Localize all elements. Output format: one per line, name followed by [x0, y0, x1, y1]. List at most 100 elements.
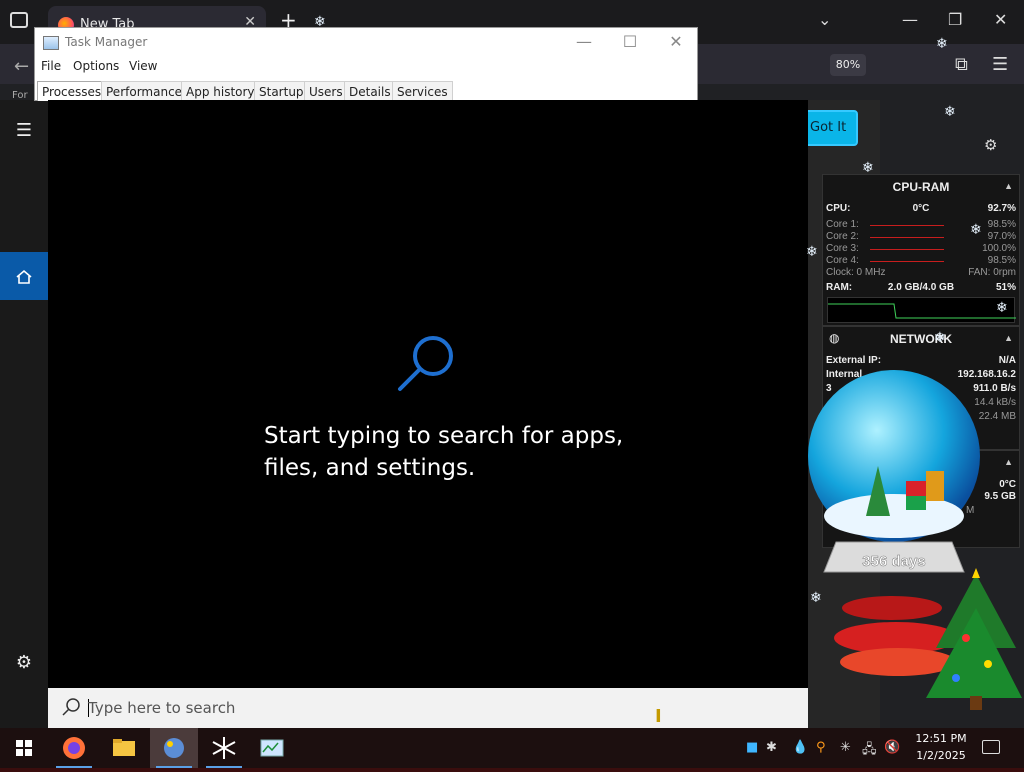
ram-graph [827, 297, 1016, 323]
search-placeholder: Type here to search [88, 699, 236, 717]
taskbar-file-explorer[interactable] [100, 728, 148, 768]
network-collapse-icon[interactable]: ▲ [1004, 333, 1013, 343]
core2-bar [870, 237, 944, 238]
tray-asterisk-icon[interactable]: ✳ [840, 740, 851, 755]
task-manager-window: Task Manager — ☐ ✕ File Options View Pro… [34, 27, 698, 101]
menu-file[interactable]: File [41, 59, 61, 73]
cpu-ram-widget: CPU-RAM ▲ CPU: 0°C 92.7% Core 1: 98.5% Co… [822, 174, 1020, 326]
snowflake-icon: ❄ [936, 36, 948, 52]
cpu-ram-title: CPU-RAM [892, 180, 950, 194]
menu-options[interactable]: Options [73, 59, 119, 73]
tab-overview-icon[interactable] [10, 12, 28, 28]
core3-label: Core 3: [826, 243, 859, 254]
core3-bar [870, 249, 944, 250]
taskbar-snip-app[interactable] [200, 728, 248, 768]
core4-label: Core 4: [826, 255, 859, 266]
folder-icon [113, 739, 135, 756]
ram-graph-line [828, 303, 1016, 319]
core2-value: 97.0% [987, 231, 1016, 242]
tray-app-square-icon[interactable]: ■ [746, 740, 758, 755]
disk-collapse-icon[interactable]: ▲ [1004, 457, 1013, 467]
snowflake-icon: ❄ [862, 160, 874, 176]
tab-services[interactable]: Services [392, 81, 453, 101]
hamburger-menu-icon[interactable]: ☰ [0, 120, 48, 141]
tm-maximize-icon[interactable]: ☐ [607, 32, 653, 51]
clock-date: 1/2/2025 [916, 749, 966, 762]
search-input[interactable]: Type here to search [48, 688, 808, 728]
start-button[interactable] [0, 728, 48, 768]
browser-close-icon[interactable]: ✕ [994, 10, 1007, 29]
tray-volume-muted-icon[interactable]: 🔇 [884, 740, 900, 755]
menu-view[interactable]: View [129, 59, 157, 73]
back-arrow-icon[interactable]: ← [14, 56, 29, 77]
core4-value: 98.5% [987, 255, 1016, 266]
external-ip-label: External IP: [826, 355, 882, 366]
clock-text: Clock: 0 MHz [826, 267, 886, 278]
taskbar-clock[interactable]: 12:51 PM 1/2/2025 [904, 730, 978, 764]
taskbar-firefox[interactable] [50, 728, 98, 768]
taskbar-rainmeter[interactable] [150, 728, 198, 768]
core3-value: 100.0% [982, 243, 1016, 254]
snowflake-icon: ❄ [970, 222, 982, 238]
home-button[interactable] [0, 252, 48, 300]
tab-processes[interactable]: Processes [37, 81, 107, 101]
browser-maximize-icon[interactable]: ❐ [948, 10, 962, 29]
snow-globe-icon: 356 days [808, 370, 980, 573]
tab-app-history[interactable]: App history [181, 81, 260, 101]
tm-minimize-icon[interactable]: — [561, 32, 607, 51]
tray-search-orange-icon[interactable]: ⚲ [816, 740, 826, 755]
task-manager-app-icon [43, 36, 59, 50]
zoom-level-badge[interactable]: 80% [830, 54, 866, 76]
tray-network-icon[interactable]: 🖧 [862, 740, 877, 762]
snowflake-icon: ❄ [806, 244, 818, 260]
tray-rainmeter-icon[interactable]: ✱ [766, 740, 777, 755]
windows-logo-icon [16, 740, 32, 756]
cpu-ram-collapse-icon[interactable]: ▲ [1004, 181, 1013, 191]
snowflake-icon: ❄ [996, 300, 1008, 316]
network-title: NETWORK [890, 332, 952, 346]
core4-bar [870, 261, 944, 262]
disk-gb: 9.5 GB [984, 491, 1016, 502]
browser-minimize-icon[interactable]: — [902, 10, 918, 29]
ram-percent: 51% [995, 282, 1016, 293]
start-search-panel [48, 100, 808, 688]
task-manager-titlebar[interactable]: Task Manager — ☐ ✕ [35, 28, 697, 58]
extensions-puzzle-icon[interactable]: ⧉ [955, 54, 968, 75]
snowflake-icon: ❄ [944, 104, 956, 120]
fan-text: FAN: 0rpm [968, 267, 1016, 278]
tab-list-chevron-icon[interactable]: ⌄ [818, 10, 831, 29]
external-ip-value: N/A [998, 355, 1016, 366]
search-hint-text: Start typing to search for apps, files, … [264, 420, 624, 484]
tray-droplet-icon[interactable]: 💧 [792, 740, 808, 755]
core1-value: 98.5% [987, 219, 1016, 230]
tm-close-icon[interactable]: ✕ [653, 32, 699, 51]
settings-gear-icon[interactable]: ⚙ [0, 652, 48, 673]
rainmeter-icon [164, 738, 184, 758]
ram-usage: 2.0 GB/4.0 GB [887, 282, 955, 293]
search-box-icon [62, 698, 80, 716]
clock-time: 12:51 PM [915, 732, 967, 745]
tab-performance[interactable]: Performance [101, 81, 188, 101]
core1-label: Core 1: [826, 219, 859, 230]
search-hint-line2: files, and settings. [264, 455, 476, 481]
start-sidebar: ☰ ⚙ [0, 100, 48, 728]
page-settings-gear-icon[interactable]: ⚙ [984, 136, 997, 154]
snowflake-icon: ❄ [314, 14, 326, 30]
christmas-tree-icon [834, 568, 1022, 710]
cpu-value: 92.7% [987, 203, 1016, 214]
task-manager-title: Task Manager [65, 35, 148, 49]
tab-users[interactable]: Users [304, 81, 348, 101]
snowflake-icon: ❄ [810, 590, 822, 606]
got-it-button[interactable]: Got It [802, 110, 858, 146]
core2-label: Core 2: [826, 231, 859, 242]
task-manager-icon [260, 739, 284, 757]
tab-details[interactable]: Details [344, 81, 396, 101]
firefox-icon [63, 737, 85, 759]
taskbar-task-manager[interactable] [248, 728, 296, 768]
browser-menu-icon[interactable]: ☰ [992, 54, 1008, 75]
notification-center-icon[interactable] [982, 740, 1000, 754]
asterisk-app-icon [212, 737, 236, 759]
tab-startup[interactable]: Startup [254, 81, 309, 101]
mouse-ibeam-cursor-icon: I [655, 706, 662, 727]
core1-bar [870, 225, 944, 226]
